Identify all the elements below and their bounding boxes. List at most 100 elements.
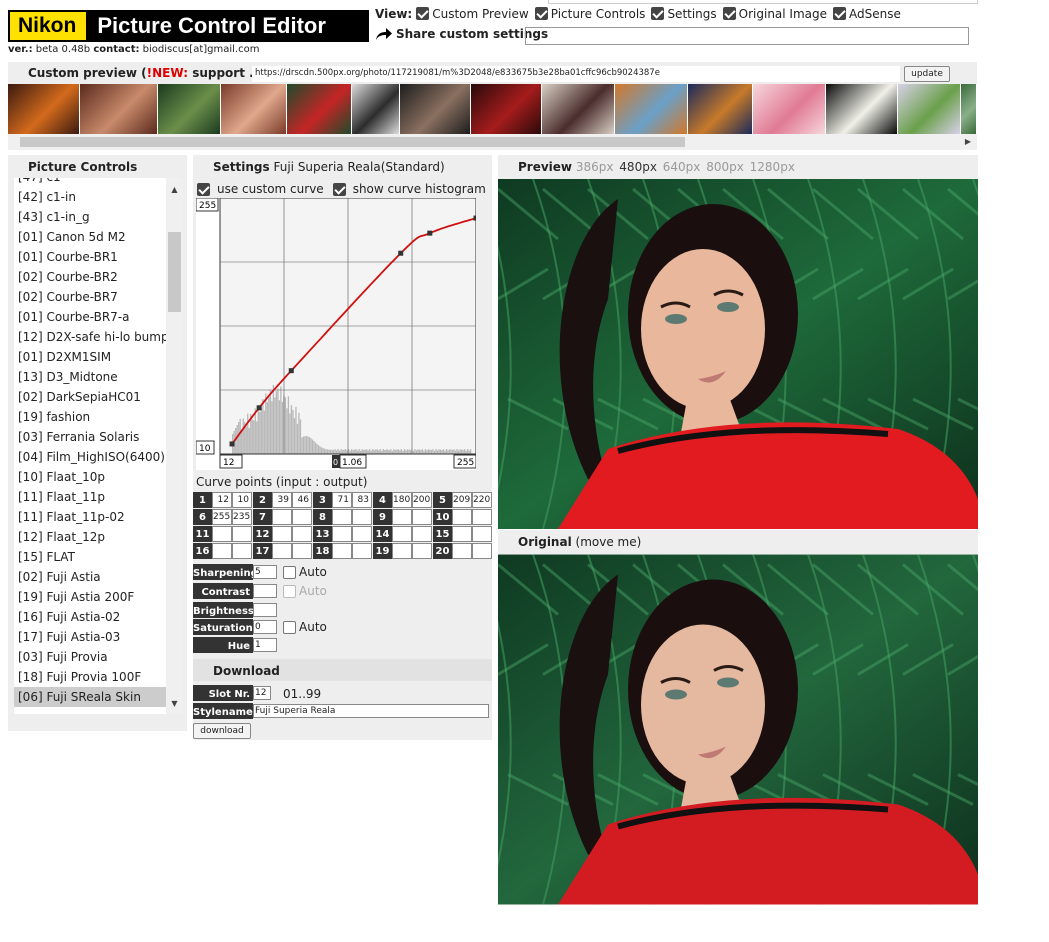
thumbnail-daisy[interactable] xyxy=(826,84,897,134)
original-title-row[interactable]: Original (move me) xyxy=(518,535,641,549)
curve-point-output[interactable] xyxy=(352,526,372,542)
scroll-up-icon[interactable]: ▲ xyxy=(166,185,183,194)
view-option-custom-preview[interactable]: Custom Preview xyxy=(416,7,529,21)
picture-control-item[interactable]: [11] Flaat_11p-02 xyxy=(14,507,166,527)
preview-size-option[interactable]: 480px xyxy=(619,160,657,174)
curve-point-input[interactable] xyxy=(272,543,292,559)
curve-point-input[interactable] xyxy=(452,543,472,559)
curve-point-input[interactable]: 71 xyxy=(332,492,352,508)
update-button[interactable]: update xyxy=(904,66,950,82)
thumbnail-pink-flowers[interactable] xyxy=(753,84,825,134)
thumbnail-portrait-fern[interactable] xyxy=(287,84,351,134)
thumbnail-scrollbar-thumb[interactable] xyxy=(20,137,685,147)
picture-control-item[interactable]: [02] Fuji Astia xyxy=(14,567,166,587)
curve-point-input[interactable]: 209 xyxy=(452,492,472,508)
checkbox-icon[interactable] xyxy=(651,7,665,20)
picture-control-item[interactable]: [42] c1-in xyxy=(14,187,166,207)
preview-size-option[interactable]: 640px xyxy=(663,160,701,174)
thumbnail-portrait-red-lips[interactable] xyxy=(221,84,286,134)
picture-control-item[interactable]: [02] DarkSepiaHC01 xyxy=(14,387,166,407)
checkbox-icon[interactable] xyxy=(833,7,847,20)
curve-point-input[interactable]: 255 xyxy=(212,509,232,525)
curve-point-input[interactable]: 12 xyxy=(212,492,232,508)
curve-point-handle[interactable] xyxy=(398,250,404,256)
thumbnail-partial-green[interactable] xyxy=(961,84,976,134)
picture-control-item[interactable]: [19] Fuji Astia 200F xyxy=(14,587,166,607)
curve-point-input[interactable] xyxy=(332,526,352,542)
curve-point-input[interactable] xyxy=(332,509,352,525)
picture-controls-scrollbar-thumb[interactable] xyxy=(168,232,181,312)
checkbox-icon[interactable] xyxy=(283,620,296,634)
use-custom-curve-checkbox[interactable] xyxy=(197,182,210,196)
curve-point-output[interactable] xyxy=(232,543,252,559)
picture-control-item[interactable]: [06] Fuji SReala Skin xyxy=(14,687,166,707)
curve-point-output[interactable]: 235 xyxy=(232,509,252,525)
preview-size-option[interactable]: 386px xyxy=(576,160,614,174)
picture-control-item[interactable]: [02] Courbe-BR7 xyxy=(14,287,166,307)
curve-point-output[interactable] xyxy=(472,509,492,525)
curve-point-handle[interactable] xyxy=(288,368,294,374)
view-option-adsense[interactable]: AdSense xyxy=(833,7,901,21)
picture-control-item[interactable]: [01] D2XM1SIM xyxy=(14,347,166,367)
picture-control-item[interactable]: [19] fashion xyxy=(14,407,166,427)
preview-size-option[interactable]: 1280px xyxy=(750,160,795,174)
curve-point-input[interactable] xyxy=(452,509,472,525)
curve-point-output[interactable]: 46 xyxy=(292,492,312,508)
brightness-input[interactable] xyxy=(253,603,277,617)
curve-point-handle[interactable] xyxy=(473,215,477,221)
curve-editor[interactable]: 255 10 12 0 1.06 255 xyxy=(196,198,476,470)
picture-control-item[interactable]: [03] Fuji Provia xyxy=(14,647,166,667)
picture-controls-list[interactable]: [47] c1[42] c1-in[43] c1-in_g[01] Canon … xyxy=(14,178,166,714)
curve-point-input[interactable] xyxy=(452,526,472,542)
picture-control-item[interactable]: [01] Courbe-BR7-a xyxy=(14,307,166,327)
curve-point-output[interactable] xyxy=(292,543,312,559)
thumbnail-portrait-hat[interactable] xyxy=(542,84,614,134)
checkbox-icon[interactable] xyxy=(534,7,548,20)
curve-point-input[interactable] xyxy=(272,509,292,525)
saturation-auto[interactable]: Auto xyxy=(283,620,327,634)
picture-control-item[interactable]: [17] Fuji Astia-03 xyxy=(14,627,166,647)
curve-point-input[interactable] xyxy=(392,526,412,542)
thumbnail-portrait-redhead[interactable] xyxy=(80,84,157,134)
view-option-original-image[interactable]: Original Image xyxy=(722,7,827,21)
curve-point-input[interactable] xyxy=(392,509,412,525)
sharpening-auto[interactable]: Auto xyxy=(283,565,327,579)
thumbnail-portrait-green-dress[interactable] xyxy=(158,84,220,134)
picture-control-item[interactable]: [03] Ferrania Solaris xyxy=(14,427,166,447)
picture-control-item[interactable]: [10] Flaat_10p xyxy=(14,467,166,487)
scroll-right-icon[interactable]: ▶ xyxy=(962,134,974,150)
picture-control-item[interactable]: [02] Courbe-BR2 xyxy=(14,267,166,287)
curve-point-input[interactable]: 180 xyxy=(392,492,412,508)
curve-point-input[interactable] xyxy=(272,526,292,542)
picture-control-item[interactable]: [15] FLAT xyxy=(14,547,166,567)
picture-control-item[interactable]: [16] Fuji Astia-02 xyxy=(14,607,166,627)
curve-point-output[interactable] xyxy=(412,509,432,525)
picture-control-item[interactable]: [12] D2X-safe hi-lo bump xyxy=(14,327,166,347)
thumbnail-night-castle[interactable] xyxy=(688,84,752,134)
thumbnail-portrait-bw[interactable] xyxy=(352,84,399,134)
curve-point-output[interactable]: 200 xyxy=(412,492,432,508)
show-histogram-checkbox[interactable] xyxy=(332,182,346,196)
picture-control-item[interactable]: [18] Fuji Provia 100F xyxy=(14,667,166,687)
checkbox-icon[interactable] xyxy=(283,565,296,579)
curve-point-handle[interactable] xyxy=(427,230,433,236)
curve-point-handle[interactable] xyxy=(256,405,262,411)
thumbnail-portrait-dark[interactable] xyxy=(400,84,470,134)
curve-point-input[interactable] xyxy=(212,543,232,559)
checkbox-icon[interactable] xyxy=(722,7,736,20)
thumbnail-portrait-orange[interactable] xyxy=(8,84,79,134)
share-settings-input[interactable] xyxy=(525,27,969,45)
curve-point-output[interactable] xyxy=(232,526,252,542)
preview-size-option[interactable]: 800px xyxy=(706,160,744,174)
contrast-input[interactable] xyxy=(253,584,277,598)
picture-control-item[interactable]: [12] Flaat_12p xyxy=(14,527,166,547)
thumbnail-autumn-lake[interactable] xyxy=(615,84,687,134)
curve-point-handle[interactable] xyxy=(229,441,235,447)
curve-point-output[interactable]: 10 xyxy=(232,492,252,508)
curve-point-input[interactable] xyxy=(392,543,412,559)
curve-point-output[interactable] xyxy=(292,509,312,525)
picture-control-item[interactable]: [04] Film_HighISO(6400) xyxy=(14,447,166,467)
picture-control-item[interactable]: [01] Canon 5d M2 xyxy=(14,227,166,247)
slot-input[interactable]: 12 xyxy=(253,686,271,700)
curve-point-input[interactable]: 39 xyxy=(272,492,292,508)
